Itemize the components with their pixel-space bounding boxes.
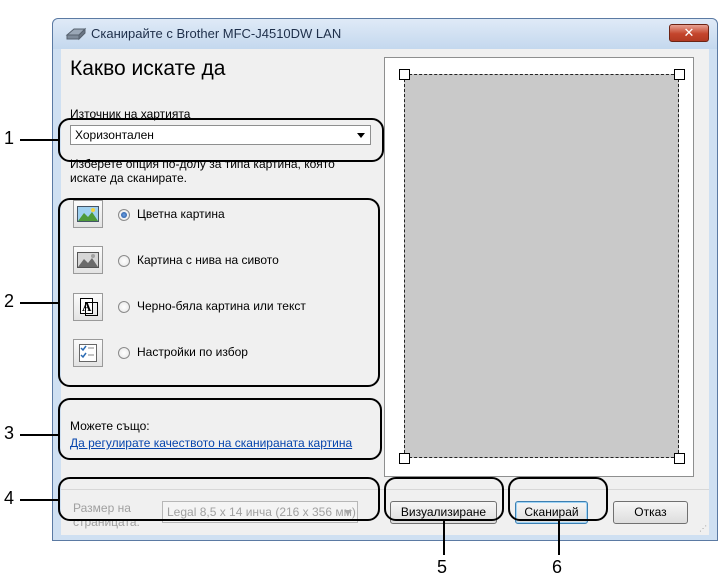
callout-number-4: 4: [4, 488, 15, 508]
close-button[interactable]: ✕: [669, 24, 709, 42]
callout-box-6: [508, 477, 608, 521]
callout-box-5: [384, 477, 504, 521]
callout-number-5: 5: [437, 557, 448, 577]
callout-number-2: 2: [4, 291, 15, 311]
callout-line-1: [20, 139, 58, 141]
callout-number-3: 3: [4, 423, 15, 443]
callout-line-3: [20, 434, 58, 436]
scanner-icon: [65, 27, 87, 41]
callout-box-3: [58, 398, 382, 460]
resize-handle-top-right[interactable]: [674, 69, 685, 80]
resize-grip-icon[interactable]: ⋰: [699, 524, 707, 533]
callout-box-4: [58, 477, 380, 521]
resize-handle-bottom-right[interactable]: [674, 453, 685, 464]
callout-number-6: 6: [552, 557, 563, 577]
callout-number-1: 1: [4, 128, 15, 148]
window-title: Сканирайте с Brother MFC-J4510DW LAN: [91, 26, 342, 41]
resize-handle-top-left[interactable]: [399, 69, 410, 80]
scan-area-selection[interactable]: [404, 74, 679, 458]
callout-line-4: [20, 499, 58, 501]
callout-box-2: [58, 198, 380, 387]
resize-handle-bottom-left[interactable]: [399, 453, 410, 464]
page-title: Какво искате да: [70, 57, 226, 80]
callout-line-2: [20, 302, 58, 304]
callout-line-5: [443, 521, 445, 555]
callout-line-6: [558, 521, 560, 555]
scan-preview-pane[interactable]: [384, 57, 694, 477]
callout-box-1: [58, 118, 384, 162]
title-bar[interactable]: Сканирайте с Brother MFC-J4510DW LAN ✕: [53, 19, 717, 49]
cancel-button[interactable]: Отказ: [613, 501, 688, 524]
